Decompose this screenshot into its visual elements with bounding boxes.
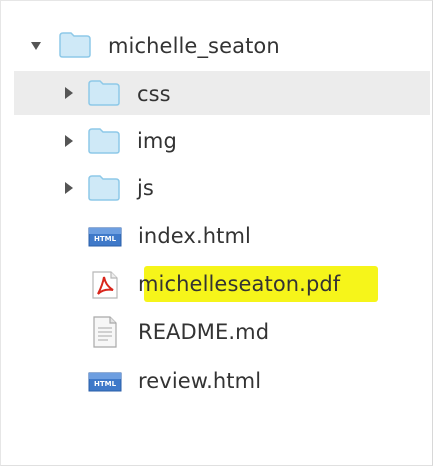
tree-item-label: michelle_seaton: [108, 34, 280, 58]
chevron-right-icon[interactable]: [65, 135, 73, 147]
tree-item-label: review.html: [138, 369, 262, 393]
chevron-down-icon[interactable]: [31, 42, 41, 50]
tree-item-label: css: [137, 82, 171, 106]
svg-text:HTML: HTML: [94, 235, 117, 243]
tree-item-index-html[interactable]: HTML index.html: [14, 214, 430, 258]
folder-icon: [59, 32, 91, 58]
chevron-right-icon[interactable]: [65, 87, 73, 99]
tree-item-label: js: [137, 176, 154, 200]
tree-item-js[interactable]: js: [14, 166, 430, 210]
tree-item-readme-md[interactable]: README.md: [14, 310, 430, 354]
html-file-icon: HTML: [88, 372, 122, 392]
svg-text:HTML: HTML: [94, 380, 117, 388]
pdf-file-icon: [92, 271, 118, 299]
folder-icon: [88, 128, 120, 154]
tree-item-label: index.html: [138, 224, 251, 248]
folder-icon: [88, 80, 120, 106]
tree-item-label: README.md: [138, 320, 270, 344]
tree-item-michelle-seaton[interactable]: michelle_seaton: [14, 24, 430, 68]
tree-item-review-html[interactable]: HTML review.html: [14, 359, 430, 403]
tree-item-michelleseaton-pdf[interactable]: michelleseaton.pdf: [14, 262, 430, 306]
chevron-right-icon[interactable]: [65, 182, 73, 194]
tree-item-css[interactable]: css: [14, 71, 430, 115]
tree-item-label: michelleseaton.pdf: [138, 272, 341, 296]
tree-item-img[interactable]: img: [14, 119, 430, 163]
tree-item-label: img: [137, 129, 177, 153]
text-file-icon: [93, 316, 117, 348]
folder-icon: [88, 175, 120, 201]
html-file-icon: HTML: [88, 227, 122, 247]
